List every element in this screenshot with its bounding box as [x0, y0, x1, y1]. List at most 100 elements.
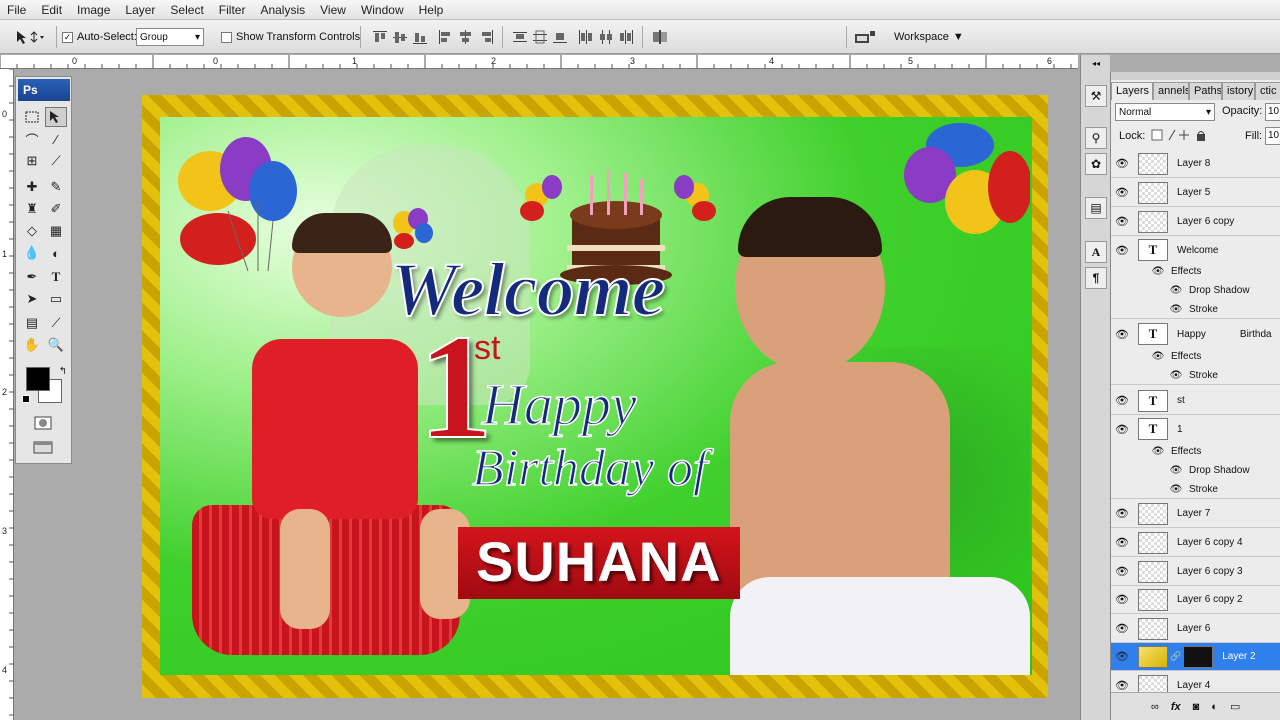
distribute-left-icon[interactable] — [578, 30, 594, 44]
effect-row[interactable]: 👁 Stroke — [1111, 480, 1280, 499]
crop-tool-icon[interactable]: ⊞ — [21, 151, 43, 171]
eye-icon[interactable]: 👁 — [1151, 446, 1165, 457]
eye-icon[interactable]: 👁 — [1111, 565, 1133, 578]
eye-icon[interactable]: 👁 — [1111, 244, 1133, 257]
effect-row[interactable]: 👁 Drop Shadow — [1111, 461, 1280, 480]
path-select-icon[interactable]: ➤ — [21, 289, 43, 309]
eye-icon[interactable]: 👁 — [1111, 157, 1133, 170]
layer-row[interactable]: 👁 Layer 6 copy 2 — [1111, 586, 1280, 614]
document-canvas[interactable]: Welcome 1 st Happy Birthday of SUHANA — [142, 95, 1048, 698]
eye-icon[interactable]: 👁 — [1111, 650, 1133, 663]
eye-icon[interactable]: 👁 — [1111, 423, 1133, 436]
eye-icon[interactable]: 👁 — [1111, 622, 1133, 635]
fill-field[interactable]: 10 — [1265, 127, 1280, 145]
layer-row[interactable]: 👁 Tst — [1111, 387, 1280, 415]
blur-tool-icon[interactable]: 💧 — [21, 243, 43, 263]
history-brush-icon[interactable]: ✐ — [45, 199, 67, 219]
gradient-tool-icon[interactable]: ▦ — [45, 221, 67, 241]
add-mask-icon[interactable]: ◙ — [1193, 701, 1200, 713]
layer-row[interactable]: 👁 T 1 — [1111, 415, 1280, 443]
screen-mode-icon[interactable] — [32, 437, 54, 457]
align-hcenter-icon[interactable] — [458, 30, 474, 44]
eye-icon[interactable]: 👁 — [1151, 266, 1165, 277]
distribute-top-icon[interactable] — [512, 30, 528, 44]
chain-link-icon[interactable]: 🔗 — [1170, 651, 1181, 662]
lock-options-icon[interactable] — [1151, 128, 1209, 142]
menu-edit[interactable]: Edit — [34, 3, 70, 17]
layer-row[interactable]: 👁 Layer 6 copy 4 — [1111, 529, 1280, 557]
menu-analysis[interactable]: Analysis — [253, 3, 313, 17]
eyedropper-icon[interactable]: ⟋ — [45, 151, 67, 171]
marquee-tool-icon[interactable] — [21, 107, 43, 127]
brushes-icon[interactable]: ⚲ — [1085, 127, 1107, 149]
tab-actions[interactable]: ctic — [1255, 82, 1280, 100]
tab-history[interactable]: istory — [1222, 82, 1255, 100]
layer-row-selected[interactable]: 👁 🔗 Layer 2 — [1111, 643, 1280, 671]
layer-row[interactable]: 👁 Layer 6 — [1111, 615, 1280, 643]
eye-icon[interactable]: 👁 — [1111, 593, 1133, 606]
zoom-tool-icon[interactable]: 🔍 — [45, 335, 67, 355]
eye-icon[interactable]: 👁 — [1111, 507, 1133, 520]
auto-align-layers-icon[interactable] — [652, 30, 668, 44]
adjustment-layer-icon[interactable]: ◐ — [1211, 701, 1218, 713]
eye-icon[interactable]: 👁 — [1111, 679, 1133, 692]
quick-mask-icon[interactable] — [32, 413, 54, 433]
menu-filter[interactable]: Filter — [212, 3, 254, 17]
effects-row[interactable]: 👁 Effects — [1111, 262, 1280, 281]
type-tool-icon[interactable]: T — [45, 267, 67, 287]
eye-icon[interactable]: 👁 — [1169, 285, 1183, 296]
info-panel-icon[interactable]: ▤ — [1085, 197, 1107, 219]
menu-help[interactable]: Help — [412, 3, 452, 17]
align-top-icon[interactable] — [372, 30, 388, 44]
move-tool-preset[interactable] — [14, 20, 44, 54]
effect-row[interactable]: 👁 Stroke — [1111, 300, 1280, 319]
align-left-icon[interactable] — [438, 30, 454, 44]
eye-icon[interactable]: 👁 — [1169, 465, 1183, 476]
paragraph-panel-icon[interactable]: ¶ — [1085, 267, 1107, 289]
dodge-tool-icon[interactable]: ◐ — [45, 243, 67, 263]
default-colors-icon[interactable] — [22, 395, 30, 403]
eye-icon[interactable]: 👁 — [1111, 215, 1133, 228]
align-right-icon[interactable] — [478, 30, 494, 44]
tab-paths[interactable]: Paths — [1189, 82, 1222, 100]
menu-view[interactable]: View — [313, 3, 354, 17]
layer-row[interactable]: 👁 Layer 6 copy 3 — [1111, 558, 1280, 586]
effect-row[interactable]: 👁 Drop Shadow — [1111, 281, 1280, 300]
lasso-tool-icon[interactable]: ⌒ — [21, 129, 43, 149]
layer-row[interactable]: 👁 Layer 8 — [1111, 150, 1280, 178]
foreground-color-swatch[interactable] — [26, 367, 50, 391]
brush-tool-icon[interactable]: ✎ — [45, 177, 67, 197]
eyedropper-sample-icon[interactable]: ⟋ — [45, 313, 67, 333]
magic-wand-icon[interactable]: ⁄ — [45, 129, 67, 149]
layer-row[interactable]: 👁 Layer 7 — [1111, 500, 1280, 528]
ruler-horizontal[interactable]: 0 0 1 2 3 4 5 6 — [0, 55, 1078, 69]
move-tool-icon[interactable] — [45, 107, 67, 127]
shape-tool-icon[interactable]: ▭ — [45, 289, 67, 309]
effects-row[interactable]: 👁 Effects — [1111, 442, 1280, 461]
layer-row[interactable]: 👁 Layer 6 copy — [1111, 208, 1280, 236]
distribute-bottom-icon[interactable] — [552, 30, 568, 44]
menu-layer[interactable]: Layer — [118, 3, 163, 17]
auto-select-dropdown[interactable]: Group ▾ — [136, 28, 204, 46]
character-panel-icon[interactable]: A — [1085, 241, 1107, 263]
opacity-field[interactable]: 10 — [1265, 103, 1280, 121]
auto-select-checkbox[interactable]: ✓ — [62, 31, 73, 43]
healing-brush-icon[interactable]: ✚ — [21, 177, 43, 197]
eye-icon[interactable]: 👁 — [1111, 536, 1133, 549]
ruler-vertical[interactable]: 0 1 2 3 4 — [0, 69, 14, 720]
workspace-switcher-icon[interactable] — [854, 30, 876, 44]
link-layers-icon[interactable]: ∞ — [1151, 701, 1159, 713]
eye-icon[interactable]: 👁 — [1169, 370, 1183, 381]
navigator-icon[interactable]: ⚒ — [1085, 85, 1107, 107]
align-vcenter-icon[interactable] — [392, 30, 408, 44]
eye-icon[interactable]: 👁 — [1111, 186, 1133, 199]
workspace-menu[interactable]: Workspace ▼ — [894, 20, 964, 54]
layer-row[interactable]: 👁 T Welcome — [1111, 236, 1280, 264]
effect-row[interactable]: 👁 Stroke — [1111, 366, 1280, 385]
eye-icon[interactable]: 👁 — [1111, 328, 1133, 341]
layer-row[interactable]: 👁 T Happy Birthda — [1111, 320, 1280, 348]
eraser-icon[interactable]: ◇ — [21, 221, 43, 241]
eye-icon[interactable]: 👁 — [1151, 351, 1165, 362]
eye-icon[interactable]: 👁 — [1169, 484, 1183, 495]
distribute-hcenter-icon[interactable] — [598, 30, 614, 44]
